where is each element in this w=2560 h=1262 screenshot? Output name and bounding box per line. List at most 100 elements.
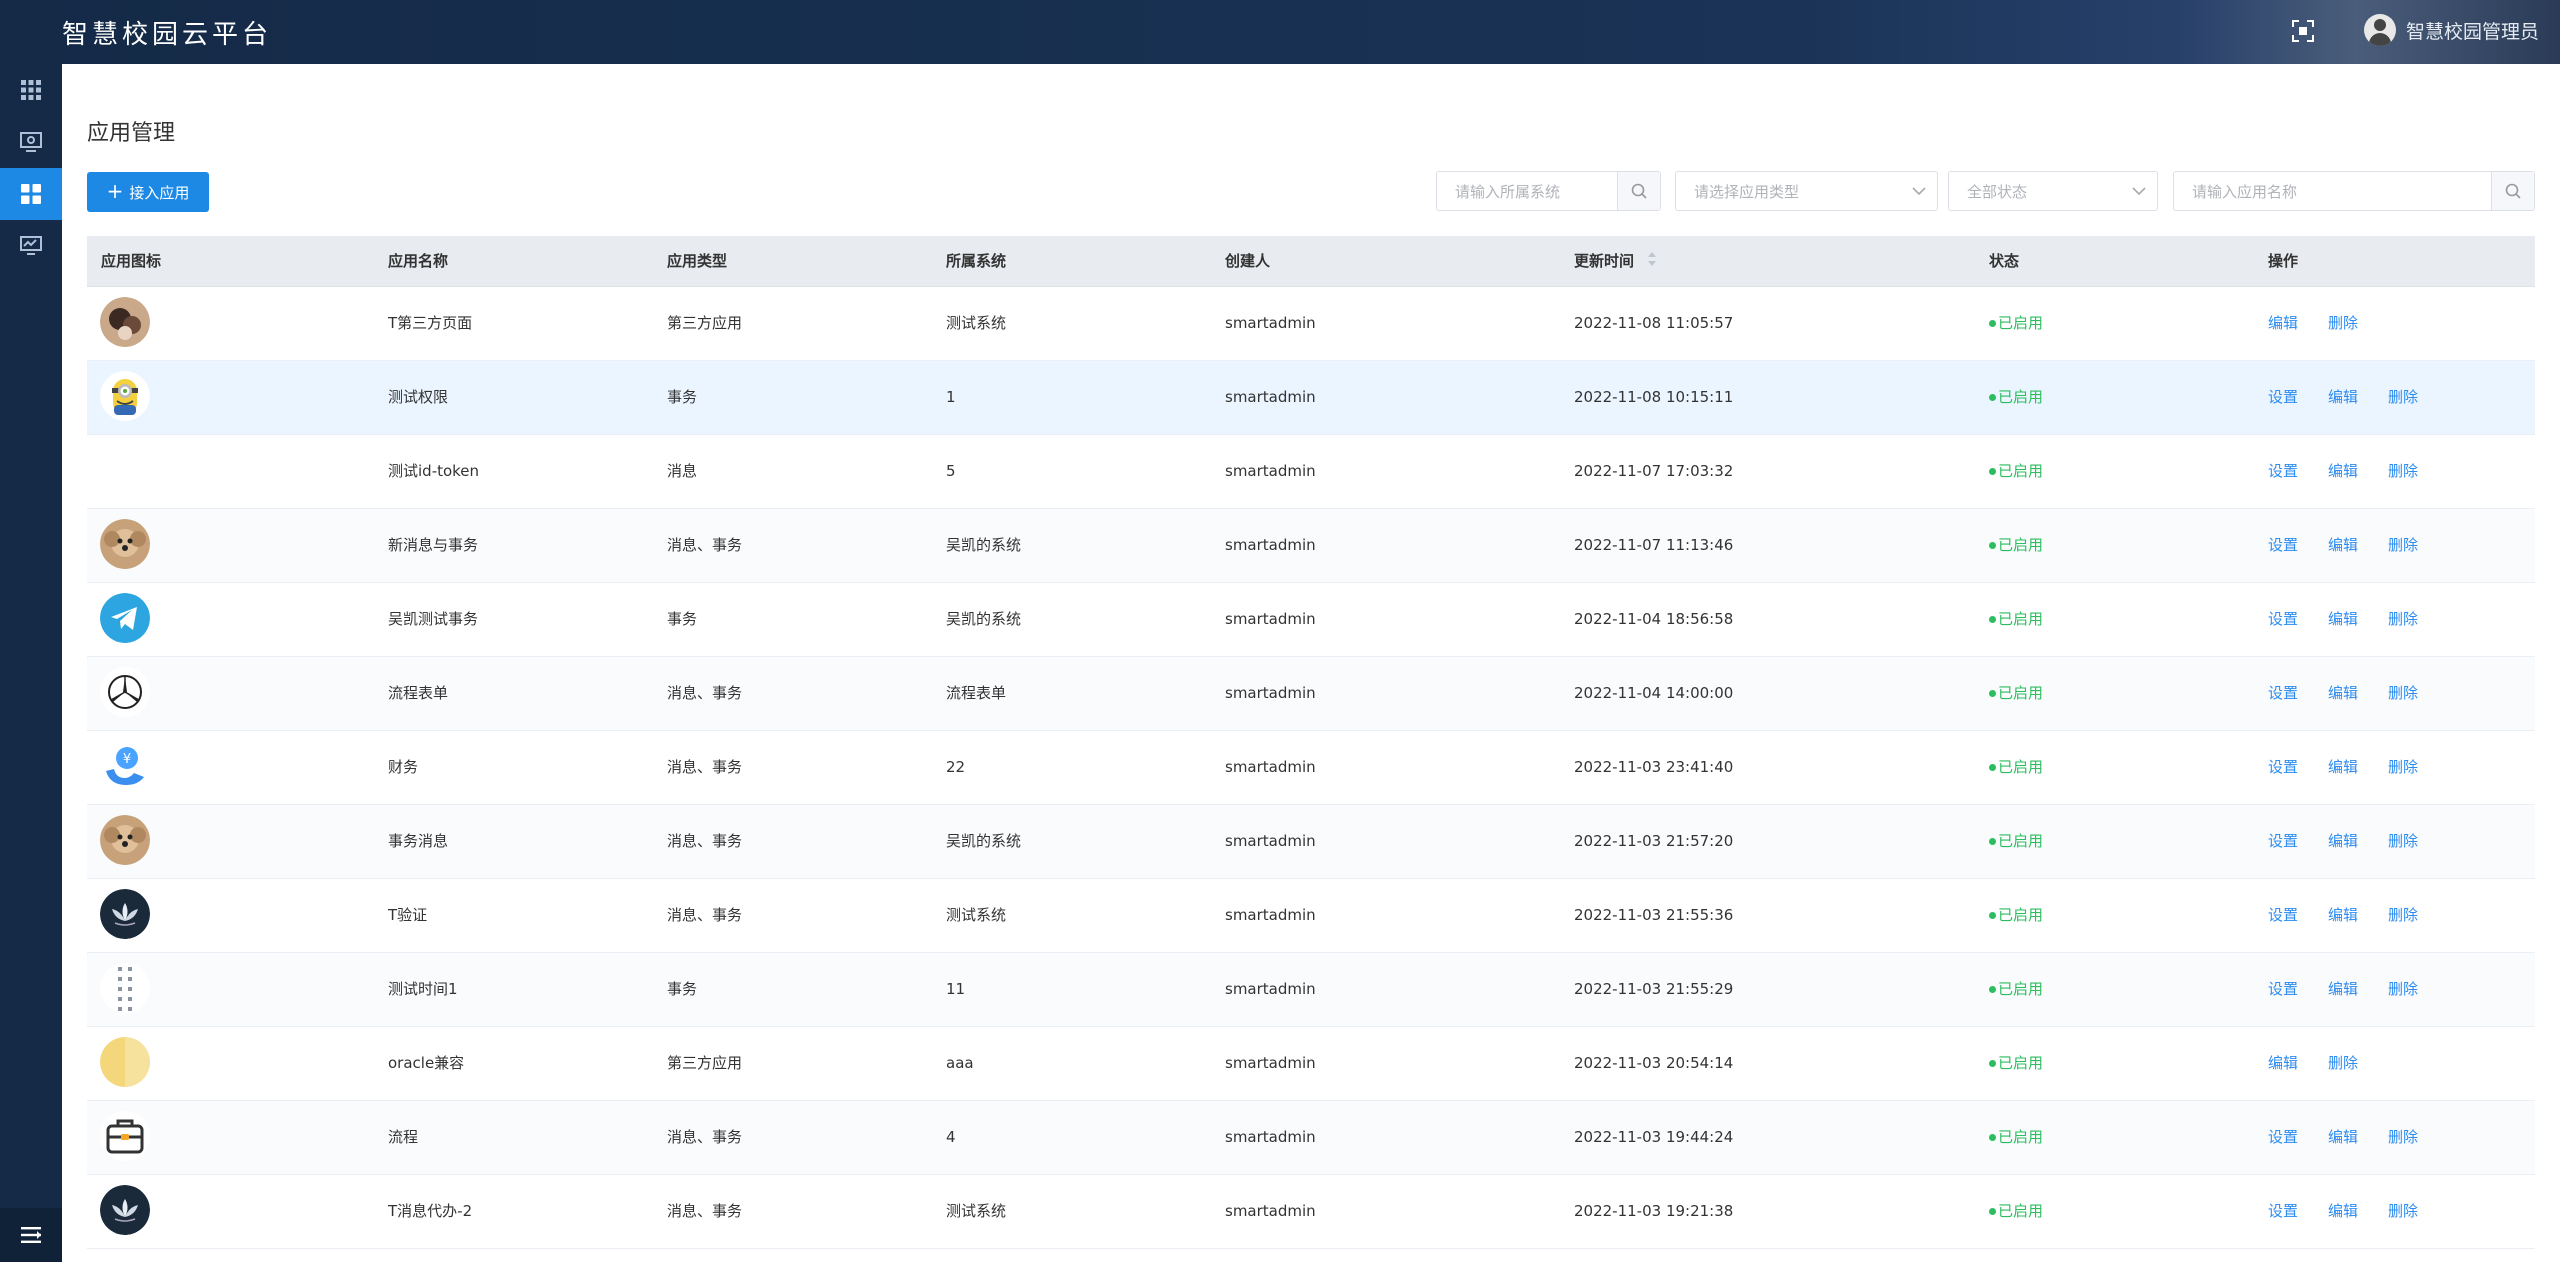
status-label: 已启用 (1998, 536, 2044, 554)
status-select-value: 全部状态 (1967, 182, 2028, 201)
delete-link[interactable]: 删除 (2388, 832, 2418, 850)
table-row[interactable]: T消息代办-2 消息、事务 测试系统 smartadmin 2022-11-03 19:… (87, 1175, 2535, 1249)
delete-link[interactable]: 删除 (2388, 980, 2418, 998)
sidebar-collapse-button[interactable] (0, 1208, 62, 1262)
creator-cell: smartadmin (1225, 1054, 1316, 1072)
edit-link[interactable]: 编辑 (2328, 758, 2358, 776)
actions-cell: 设置 编辑 删除 (2268, 1175, 2448, 1248)
settings-link[interactable]: 设置 (2268, 1202, 2298, 1220)
sidebar-item-dashboard[interactable] (0, 168, 62, 220)
edit-link[interactable]: 编辑 (2268, 314, 2298, 332)
delete-link[interactable]: 删除 (2388, 388, 2418, 406)
app-system-cell: 1 (946, 388, 956, 406)
dashboard-tiles-icon (21, 184, 41, 204)
user-menu[interactable]: 智慧校园管理员 (2364, 14, 2539, 46)
delete-link[interactable]: 删除 (2388, 610, 2418, 628)
status-dot-icon (1989, 616, 1996, 623)
edit-link[interactable]: 编辑 (2328, 980, 2358, 998)
delete-link[interactable]: 删除 (2388, 1202, 2418, 1220)
col-header-system: 所属系统 (946, 252, 1007, 270)
edit-link[interactable]: 编辑 (2328, 610, 2358, 628)
status-select[interactable]: 全部状态 (1948, 171, 2158, 211)
app-type-cell: 事务 (667, 980, 698, 998)
creator-cell: smartadmin (1225, 906, 1316, 924)
table-row[interactable]: oracle兼容 第三方应用 aaa smartadmin 2022-11-03 20:… (87, 1027, 2535, 1101)
settings-link[interactable]: 设置 (2268, 388, 2298, 406)
app-name-search-input[interactable]: 请输入应用名称 (2174, 181, 2491, 202)
sidebar-item-screen[interactable] (0, 116, 62, 168)
table-row[interactable]: 测试时间1 事务 11 smartadmin 2022-11-03 21:55:29 已启… (87, 953, 2535, 1027)
table-row[interactable]: T验证 消息、事务 测试系统 smartadmin 2022-11-03 21:55:3… (87, 879, 2535, 953)
updated-time-cell: 2022-11-03 21:57:20 (1574, 832, 1734, 850)
status-dot-icon (1989, 1060, 1996, 1067)
table-row[interactable]: 测试id-token 消息 5 smartadmin 2022-11-07 17:03:… (87, 435, 2535, 509)
app-system-cell: 吴凯的系统 (946, 536, 1022, 554)
sidebar-item-monitor[interactable] (0, 220, 62, 272)
app-name-search-button[interactable] (2491, 172, 2534, 210)
status-badge: 已启用 (1989, 805, 2043, 878)
col-header-status: 状态 (1989, 252, 2020, 270)
edit-link[interactable]: 编辑 (2328, 906, 2358, 924)
table-row[interactable]: 吴凯测试事务 事务 吴凯的系统 smartadmin 2022-11-04 18:56:… (87, 583, 2535, 657)
fullscreen-icon[interactable] (2292, 20, 2314, 42)
edit-link[interactable]: 编辑 (2328, 388, 2358, 406)
edit-link[interactable]: 编辑 (2328, 1202, 2358, 1220)
settings-link[interactable]: 设置 (2268, 906, 2298, 924)
updated-time-cell: 2022-11-07 17:03:32 (1574, 462, 1734, 480)
settings-link[interactable]: 设置 (2268, 610, 2298, 628)
edit-link[interactable]: 编辑 (2328, 832, 2358, 850)
col-header-updated[interactable]: 更新时间 (1574, 236, 1657, 286)
table-row[interactable]: 流程表单 消息、事务 流程表单 smartadmin 2022-11-04 14:00:… (87, 657, 2535, 731)
settings-link[interactable]: 设置 (2268, 536, 2298, 554)
actions-cell: 设置 编辑 删除 (2268, 805, 2448, 878)
delete-link[interactable]: 删除 (2328, 314, 2358, 332)
table-row[interactable]: 新消息与事务 消息、事务 吴凯的系统 smartadmin 2022-11-07 11:… (87, 509, 2535, 583)
status-label: 已启用 (1998, 980, 2044, 998)
delete-link[interactable]: 删除 (2328, 1054, 2358, 1072)
edit-link[interactable]: 编辑 (2328, 684, 2358, 702)
system-search-button[interactable] (1617, 172, 1660, 210)
settings-link[interactable]: 设置 (2268, 758, 2298, 776)
edit-link[interactable]: 编辑 (2268, 1054, 2298, 1072)
system-search-input[interactable]: 请输入所属系统 (1437, 181, 1617, 202)
settings-link[interactable]: 设置 (2268, 684, 2298, 702)
delete-link[interactable]: 删除 (2388, 758, 2418, 776)
edit-link[interactable]: 编辑 (2328, 536, 2358, 554)
col-header-creator: 创建人 (1225, 252, 1271, 270)
status-dot-icon (1989, 320, 1996, 327)
app-type-cell: 消息、事务 (667, 906, 743, 924)
table-row[interactable]: 测试权限 事务 1 smartadmin 2022-11-08 10:15:11 已启用 设… (87, 361, 2535, 435)
app-type-select[interactable]: 请选择应用类型 (1675, 171, 1938, 211)
system-search-field[interactable]: 请输入所属系统 (1436, 171, 1661, 211)
edit-link[interactable]: 编辑 (2328, 462, 2358, 480)
table-row[interactable]: 流程 消息、事务 4 smartadmin 2022-11-03 19:44:24 已启用… (87, 1101, 2535, 1175)
delete-link[interactable]: 删除 (2388, 462, 2418, 480)
status-label: 已启用 (1998, 758, 2044, 776)
settings-link[interactable]: 设置 (2268, 832, 2298, 850)
updated-time-cell: 2022-11-08 11:05:57 (1574, 314, 1734, 332)
settings-link[interactable]: 设置 (2268, 1128, 2298, 1146)
app-name-cell: 财务 (388, 758, 419, 776)
add-app-button[interactable]: + 接入应用 (87, 172, 209, 212)
app-name-search-field[interactable]: 请输入应用名称 (2173, 171, 2535, 211)
delete-link[interactable]: 删除 (2388, 536, 2418, 554)
table-header: 应用图标 应用名称 应用类型 所属系统 创建人 更新时间 状态 操作 (87, 236, 2535, 287)
app-type-cell: 第三方应用 (667, 1054, 743, 1072)
table-row[interactable]: T第三方页面 第三方应用 测试系统 smartadmin 2022-11-08 11:0… (87, 287, 2535, 361)
app-system-cell: 流程表单 (946, 684, 1007, 702)
table-row[interactable]: ¥ 财务 消息、事务 22 smartadmin 2022-11-03 23:41:40 已… (87, 731, 2535, 805)
app-name-cell: 流程表单 (388, 684, 449, 702)
table-row[interactable]: 事务消息 消息、事务 吴凯的系统 smartadmin 2022-11-03 21:57… (87, 805, 2535, 879)
edit-link[interactable]: 编辑 (2328, 1128, 2358, 1146)
sidebar-item-apps[interactable] (0, 64, 62, 116)
delete-link[interactable]: 删除 (2388, 684, 2418, 702)
empty-app-icon (100, 445, 152, 497)
sort-icon[interactable] (1647, 237, 1657, 287)
status-label: 已启用 (1998, 906, 2044, 924)
settings-link[interactable]: 设置 (2268, 462, 2298, 480)
settings-link[interactable]: 设置 (2268, 980, 2298, 998)
monitor-chart-icon (20, 236, 42, 255)
delete-link[interactable]: 删除 (2388, 1128, 2418, 1146)
delete-link[interactable]: 删除 (2388, 906, 2418, 924)
monitor-screen-icon (20, 132, 42, 152)
